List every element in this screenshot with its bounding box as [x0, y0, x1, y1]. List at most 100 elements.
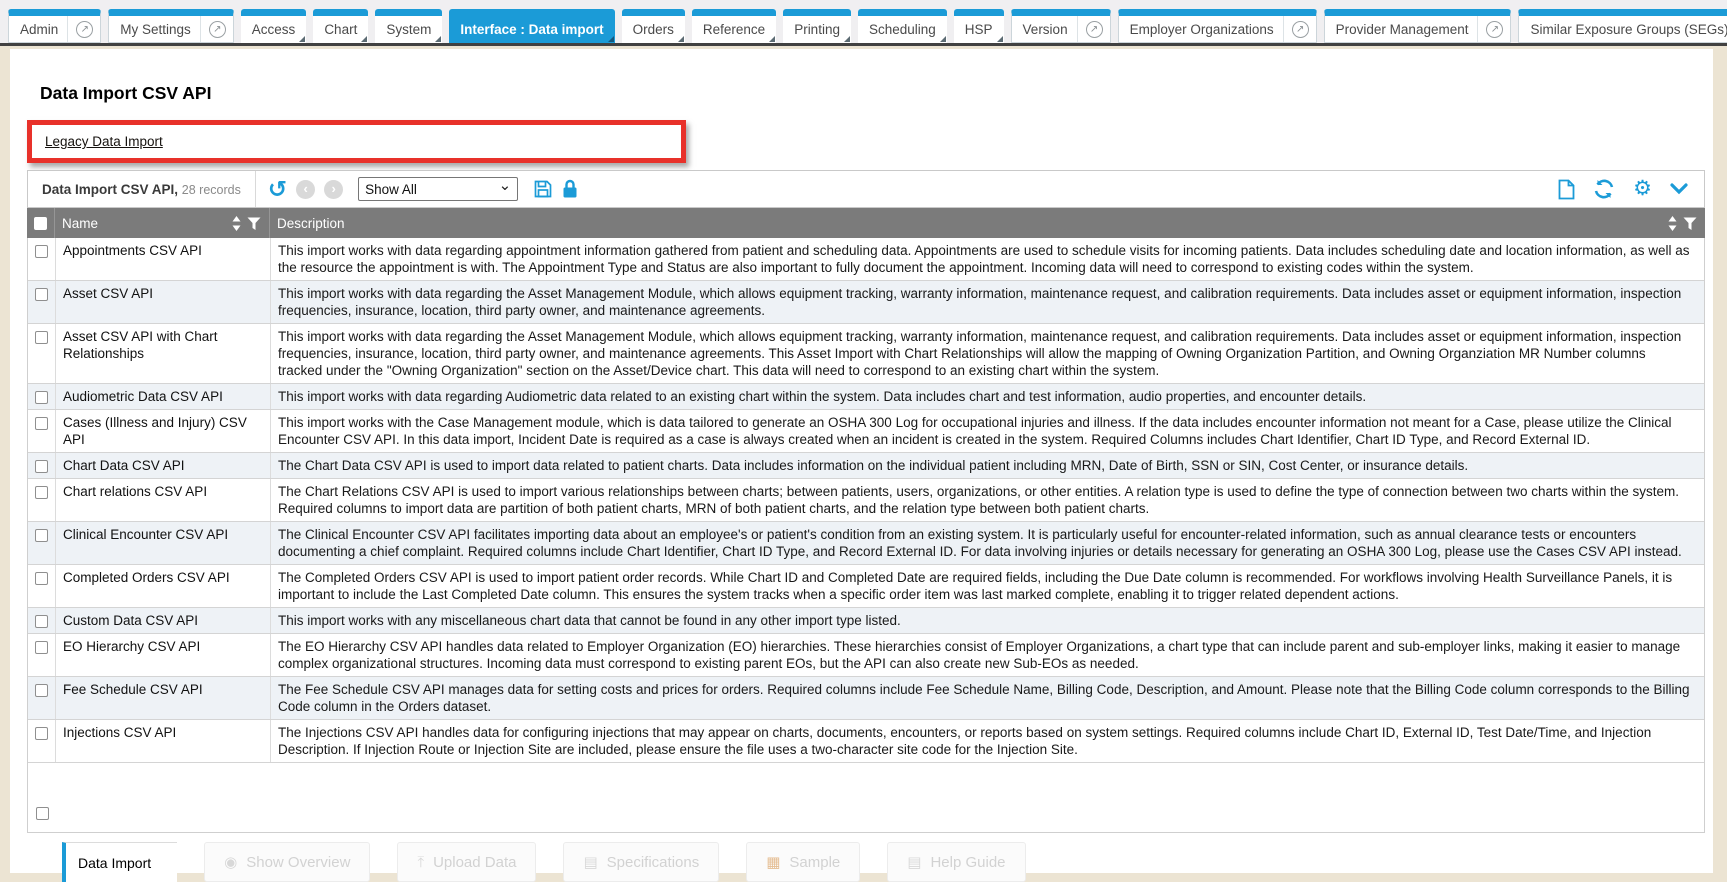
table-row-audiometric-data-csv-api[interactable]: Audiometric Data CSV APIThis import work…: [28, 384, 1704, 410]
nav-tab-label: Similar Exposure Groups (SEGs): [1530, 22, 1727, 37]
table-row-custom-data-csv-api[interactable]: Custom Data CSV APIThis import works wit…: [28, 608, 1704, 634]
open-new-window-icon[interactable]: ↗: [209, 21, 226, 38]
upload-icon: ⤒: [417, 855, 424, 870]
row-checkbox[interactable]: [35, 288, 48, 301]
open-new-window-icon[interactable]: ↗: [1086, 21, 1103, 38]
row-checkbox[interactable]: [35, 641, 48, 654]
nav-tab-provider-management[interactable]: Provider Management↗: [1324, 9, 1512, 43]
upload-data-button[interactable]: ⤒Upload Data: [397, 842, 536, 882]
row-description: This import works with any miscellaneous…: [271, 608, 1704, 633]
nav-tab-chart[interactable]: Chart: [313, 9, 368, 43]
eye-icon: ◉: [224, 855, 237, 870]
nav-tab-system[interactable]: System: [375, 9, 442, 43]
sort-description-icon[interactable]: [1668, 216, 1677, 231]
nav-tab-orders[interactable]: Orders: [622, 9, 685, 43]
nav-tab-admin[interactable]: Admin↗: [8, 9, 101, 43]
row-checkbox[interactable]: [35, 727, 48, 740]
nav-tab-access[interactable]: Access: [241, 9, 307, 43]
refresh-icon[interactable]: [1593, 179, 1615, 199]
nav-tab-label: Printing: [794, 22, 840, 37]
page-title: Data Import CSV API: [40, 83, 1705, 104]
row-checkbox-cell: [28, 720, 56, 762]
table-row-eo-hierarchy-csv-api[interactable]: EO Hierarchy CSV APIThe EO Hierarchy CSV…: [28, 634, 1704, 677]
row-checkbox[interactable]: [35, 391, 48, 404]
row-checkbox[interactable]: [35, 460, 48, 473]
nav-tab-label: Employer Organizations: [1130, 22, 1274, 37]
table-row-new[interactable]: [28, 800, 1704, 833]
row-checkbox[interactable]: [35, 417, 48, 430]
table-row-completed-orders-csv-api[interactable]: Completed Orders CSV APIThe Completed Or…: [28, 565, 1704, 608]
previous-icon[interactable]: ‹: [296, 180, 315, 199]
new-row-checkbox[interactable]: [36, 807, 49, 820]
nav-tab-interface-data-import[interactable]: Interface : Data import: [449, 9, 614, 43]
calendar-icon: ▦: [766, 855, 780, 870]
help-guide-button[interactable]: ▤Help Guide: [887, 842, 1025, 882]
nav-tab-hsp[interactable]: HSP: [954, 9, 1004, 43]
row-name: Fee Schedule CSV API: [56, 677, 271, 719]
record-count: 28 records: [182, 183, 241, 197]
nav-tab-similar-exposure-groups-segs[interactable]: Similar Exposure Groups (SEGs)↗: [1518, 9, 1727, 43]
popup-icon-wrap: ↗: [200, 16, 226, 42]
new-document-icon[interactable]: [1558, 179, 1575, 200]
chevron-down-icon[interactable]: [1670, 183, 1688, 195]
next-icon[interactable]: ›: [324, 180, 343, 199]
sort-name-icon[interactable]: [232, 216, 241, 231]
row-checkbox-cell: [28, 384, 56, 409]
filter-description-icon[interactable]: [1683, 217, 1697, 230]
row-checkbox[interactable]: [35, 615, 48, 628]
row-description: This import works with data regarding ap…: [271, 238, 1704, 280]
detail-panel: Data Import ◉Show Overview ⤒Upload Data ▤S…: [62, 842, 1705, 882]
undo-icon[interactable]: ↺: [268, 179, 287, 199]
nav-tab-label: Chart: [324, 22, 357, 37]
row-checkbox-cell: [28, 522, 56, 564]
nav-tab-version[interactable]: Version↗: [1011, 9, 1111, 43]
row-description: The Fee Schedule CSV API manages data fo…: [271, 677, 1704, 719]
open-new-window-icon[interactable]: ↗: [1486, 21, 1503, 38]
filter-select[interactable]: Show All: [358, 177, 518, 201]
row-checkbox[interactable]: [35, 245, 48, 258]
table-row-fee-schedule-csv-api[interactable]: Fee Schedule CSV APIThe Fee Schedule CSV…: [28, 677, 1704, 720]
table-row-cases-illness-and-injury-csv-api[interactable]: Cases (Illness and Injury) CSV APIThis i…: [28, 410, 1704, 453]
specifications-button[interactable]: ▤Specifications: [563, 842, 719, 882]
row-checkbox[interactable]: [35, 572, 48, 585]
nav-tab-scheduling[interactable]: Scheduling: [858, 9, 947, 43]
table-row-clinical-encounter-csv-api[interactable]: Clinical Encounter CSV APIThe Clinical E…: [28, 522, 1704, 565]
row-name: Cases (Illness and Injury) CSV API: [56, 410, 271, 452]
open-new-window-icon[interactable]: ↗: [1292, 21, 1309, 38]
legacy-data-import-link[interactable]: Legacy Data Import: [45, 134, 163, 149]
row-checkbox[interactable]: [35, 486, 48, 499]
save-icon[interactable]: [533, 179, 553, 199]
row-checkbox[interactable]: [35, 684, 48, 697]
row-checkbox-cell: [28, 608, 56, 633]
nav-tab-label: Scheduling: [869, 22, 936, 37]
help-guide-label: Help Guide: [930, 854, 1005, 871]
nav-tab-printing[interactable]: Printing: [783, 9, 851, 43]
table-row-asset-csv-api[interactable]: Asset CSV APIThis import works with data…: [28, 281, 1704, 324]
show-overview-button[interactable]: ◉Show Overview: [204, 842, 370, 882]
select-all-checkbox[interactable]: [34, 217, 47, 230]
row-checkbox-cell: [28, 565, 56, 607]
book-icon: ▤: [583, 855, 597, 870]
table-row-appointments-csv-api[interactable]: Appointments CSV APIThis import works wi…: [28, 238, 1704, 281]
popup-icon-wrap: ↗: [1283, 16, 1309, 42]
table-row-injections-csv-api[interactable]: Injections CSV APIThe Injections CSV API…: [28, 720, 1704, 763]
table-row-asset-csv-api-with-chart-relationships[interactable]: Asset CSV API with Chart RelationshipsTh…: [28, 324, 1704, 384]
filter-name-icon[interactable]: [247, 217, 261, 230]
open-new-window-icon[interactable]: ↗: [76, 21, 93, 38]
row-name: Completed Orders CSV API: [56, 565, 271, 607]
nav-tab-my-settings[interactable]: My Settings↗: [108, 9, 234, 43]
row-checkbox[interactable]: [35, 529, 48, 542]
row-description: The Chart Relations CSV API is used to i…: [271, 479, 1704, 521]
gear-icon[interactable]: ⚙: [1633, 180, 1652, 198]
table-row-chart-data-csv-api[interactable]: Chart Data CSV APIThe Chart Data CSV API…: [28, 453, 1704, 479]
row-checkbox-cell: [28, 238, 56, 280]
lock-icon[interactable]: [562, 179, 578, 199]
sample-button[interactable]: ▦Sample: [746, 842, 860, 882]
table-row-chart-relations-csv-api[interactable]: Chart relations CSV APIThe Chart Relatio…: [28, 479, 1704, 522]
row-checkbox[interactable]: [35, 331, 48, 344]
nav-tab-reference[interactable]: Reference: [692, 9, 776, 43]
row-name: Chart Data CSV API: [56, 453, 271, 478]
tab-data-import[interactable]: Data Import: [62, 842, 177, 882]
row-checkbox-cell: [28, 479, 56, 521]
nav-tab-employer-organizations[interactable]: Employer Organizations ↗: [1118, 9, 1317, 43]
